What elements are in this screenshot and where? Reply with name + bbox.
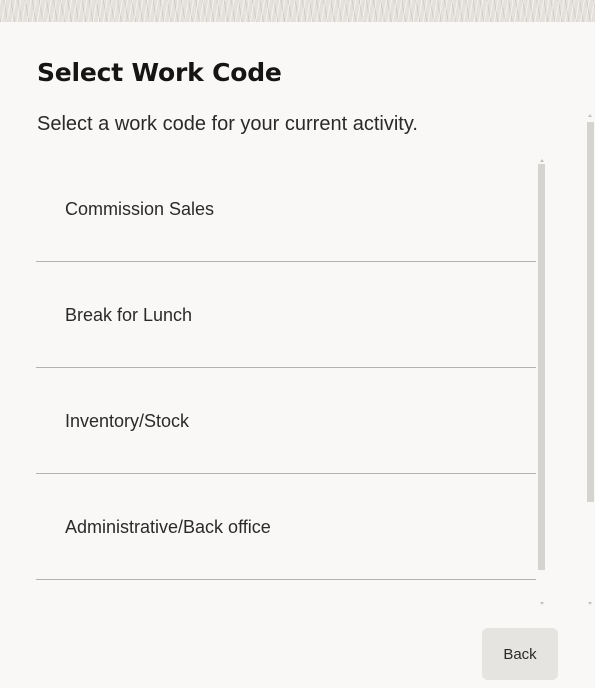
work-code-item-break-for-lunch[interactable]: Break for Lunch bbox=[36, 262, 536, 368]
work-code-item-administrative-back-office[interactable]: Administrative/Back office bbox=[36, 474, 536, 580]
work-code-item-commission-sales[interactable]: Commission Sales bbox=[36, 156, 536, 262]
work-code-item-label: Break for Lunch bbox=[65, 305, 193, 325]
dialog-scrollbar-thumb[interactable] bbox=[587, 122, 594, 502]
dialog-title: Select Work Code bbox=[37, 58, 282, 87]
work-code-item-inventory-stock[interactable]: Inventory/Stock bbox=[36, 368, 536, 474]
dialog-subtitle: Select a work code for your current acti… bbox=[37, 113, 418, 135]
work-code-item-label: Commission Sales bbox=[65, 199, 215, 219]
work-code-dialog: Select Work Code Select a work code for … bbox=[0, 22, 595, 688]
dialog-scroll-up-arrow[interactable] bbox=[588, 114, 592, 117]
back-button[interactable]: Back bbox=[482, 628, 558, 680]
work-code-list: Commission Sales Break for Lunch Invento… bbox=[36, 156, 536, 582]
work-code-item-label: Inventory/Stock bbox=[65, 411, 190, 431]
dialog-scroll-down-arrow[interactable] bbox=[588, 602, 592, 605]
list-scroll-down-arrow[interactable] bbox=[540, 602, 544, 605]
list-scrollbar-thumb[interactable] bbox=[538, 164, 545, 570]
background-pattern bbox=[0, 0, 595, 22]
list-scroll-up-arrow[interactable] bbox=[540, 159, 544, 162]
work-code-item-label: Administrative/Back office bbox=[65, 517, 271, 537]
